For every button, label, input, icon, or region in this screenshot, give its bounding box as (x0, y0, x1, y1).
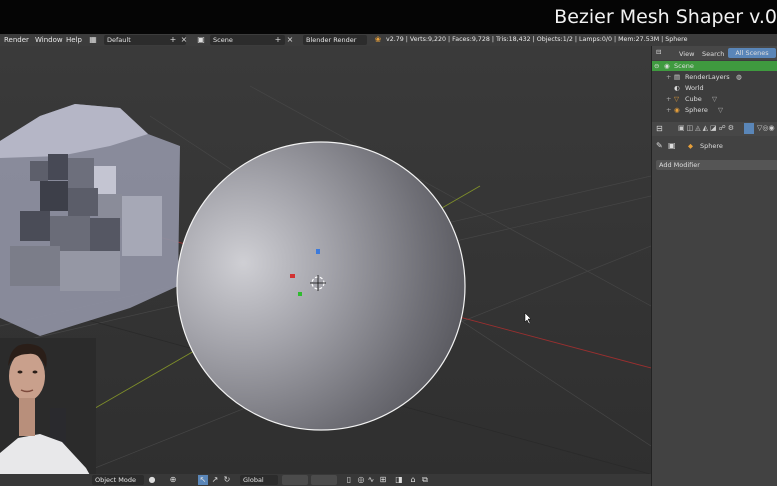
sphere-object[interactable] (176, 141, 466, 431)
manipulator-toggle-icon[interactable]: ↖ (198, 475, 208, 485)
layers-block-1[interactable] (282, 475, 308, 485)
shading-icon[interactable]: ● (147, 475, 157, 485)
outliner-item-cube[interactable]: + ▽ Cube ▽ (652, 94, 777, 104)
add-modifier-dropdown[interactable]: Add Modifier (656, 160, 777, 170)
expand-icon[interactable]: + (666, 72, 671, 82)
mesh-data-icon: ▽ (718, 106, 723, 114)
mesh-data-icon: ▽ (712, 95, 717, 103)
y-axis-handle[interactable] (298, 292, 302, 296)
scene-icon[interactable]: ▣ (196, 35, 206, 45)
3d-viewport[interactable] (0, 46, 651, 474)
menu-window[interactable]: Window (35, 36, 63, 44)
outliner-label-renderlayers: RenderLayers (685, 73, 730, 81)
scene-stats: v2.79 | Verts:9,220 | Faces:9,728 | Tris… (386, 36, 688, 43)
mode-dropdown[interactable]: Object Mode (92, 475, 144, 485)
outliner-view-menu[interactable]: View (679, 50, 694, 58)
outliner-label-scene: Scene (674, 62, 694, 70)
outliner-item-scene[interactable]: ⊖ ◉ Scene (652, 61, 777, 71)
scene-tree-icon: ◉ (664, 62, 670, 70)
outliner: ⊖ ◉ Scene + ▤ RenderLayers ◍ ◐ World + ▽… (652, 60, 777, 122)
layers-block-2[interactable] (311, 475, 337, 485)
outliner-label-cube: Cube (685, 95, 702, 103)
info-header: Render Window Help ▦ Default + × ▣ Scene… (0, 34, 777, 46)
video-title: Bezier Mesh Shaper v.0 (554, 6, 777, 28)
outliner-header: ⊟ View Search All Scenes (652, 46, 777, 60)
webcam-overlay (0, 338, 96, 474)
modifier-tab-wrench-icon[interactable] (744, 123, 754, 134)
viewport-canvas (0, 46, 651, 474)
outliner-item-sphere[interactable]: + ◉ Sphere ▽ (652, 105, 777, 115)
screen-layout-icon[interactable]: ▦ (88, 35, 98, 45)
lock-icon[interactable]: ▯ (344, 475, 354, 485)
menu-help[interactable]: Help (66, 36, 82, 44)
translate-icon[interactable]: ↗ (210, 475, 220, 485)
display-mode-dropdown[interactable]: All Scenes (728, 48, 776, 58)
object-data-icon: ◆ (688, 142, 693, 150)
rotate-icon[interactable]: ↻ (222, 475, 232, 485)
outliner-editor-icon[interactable]: ⊟ (656, 48, 661, 56)
viewport-header: Object Mode ● ⊕ ↖ ↗ ↻ Global ▯ ◎ ∿ ⊞ ◨ ⌂… (0, 474, 651, 486)
object-icon: ▽ (674, 95, 679, 103)
property-context-icons[interactable]: ▣◫◬◭◪☍⚙ (678, 124, 736, 132)
properties-editor-icon[interactable]: ⊟ (656, 124, 663, 133)
property-context-icons-more[interactable]: ▽◎◉ (757, 124, 775, 132)
pivot-icon[interactable]: ⊕ (168, 475, 178, 485)
properties-panel: ✎ ▣ ◆ Sphere Add Modifier (652, 136, 777, 486)
renderlayers-icon: ▤ (674, 73, 681, 81)
blender-logo-icon: ❀ (374, 35, 382, 44)
pin-icon[interactable]: ✎ (656, 141, 663, 150)
z-axis-handle[interactable] (316, 249, 320, 254)
camera-small-icon: ◍ (736, 73, 742, 81)
remove-layout-button[interactable]: × (179, 35, 189, 45)
snap-icon[interactable]: ∿ (366, 475, 376, 485)
collapse-icon: ⊖ (654, 62, 660, 70)
outliner-label-world: World (685, 84, 704, 92)
properties-tabs: ⊟ ▣◫◬◭◪☍⚙ ▽◎◉ (652, 122, 777, 136)
render-preview-icon[interactable]: ◨ (394, 475, 404, 485)
properties-object-name: Sphere (700, 142, 723, 150)
expand-icon[interactable]: + (666, 105, 671, 115)
snap-target-icon[interactable]: ⊞ (378, 475, 388, 485)
outliner-item-renderlayers[interactable]: + ▤ RenderLayers ◍ (652, 72, 777, 82)
x-axis-handle[interactable] (290, 274, 295, 278)
add-scene-button[interactable]: + (273, 35, 283, 45)
world-icon: ◐ (674, 84, 680, 92)
object-context-icon: ▣ (668, 141, 676, 150)
proportional-edit-icon[interactable]: ◎ (356, 475, 366, 485)
outliner-search-menu[interactable]: Search (702, 50, 724, 58)
remove-scene-button[interactable]: × (285, 35, 295, 45)
menu-render[interactable]: Render (4, 36, 29, 44)
object-icon: ◉ (674, 106, 680, 114)
outliner-item-world[interactable]: ◐ World (652, 83, 777, 93)
orientation-dropdown[interactable]: Global (240, 475, 278, 485)
render-engine-dropdown[interactable]: Blender Render (303, 35, 367, 45)
expand-icon[interactable]: + (666, 94, 671, 104)
outliner-label-sphere: Sphere (685, 106, 708, 114)
video-title-bar: Bezier Mesh Shaper v.0 (0, 0, 777, 34)
add-layout-button[interactable]: + (168, 35, 178, 45)
right-panel: ⊟ View Search All Scenes ⊖ ◉ Scene + ▤ R… (651, 46, 777, 486)
opengl-render-icon[interactable]: ⧉ (420, 475, 430, 485)
camera-icon[interactable]: ⌂ (408, 475, 418, 485)
